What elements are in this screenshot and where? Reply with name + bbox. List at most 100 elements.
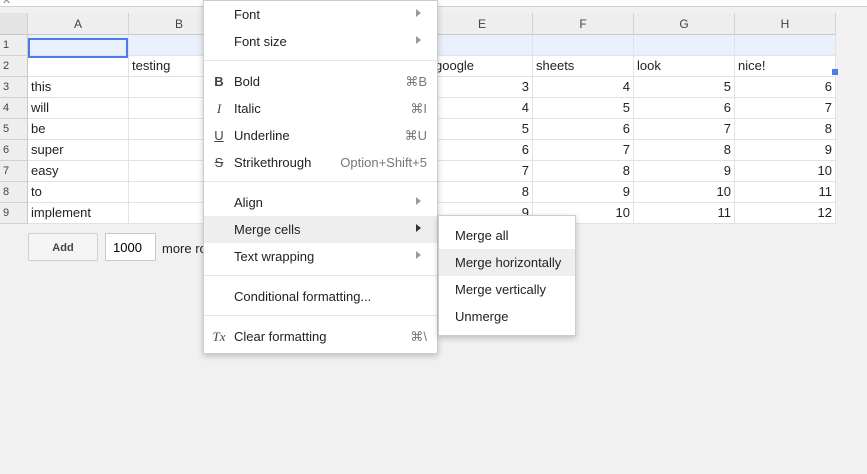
cell[interactable] [735,35,836,56]
menu-item-label: Align [234,195,263,210]
row-header[interactable]: 2 [0,56,28,77]
row-header[interactable]: 6 [0,140,28,161]
cell[interactable]: 6 [634,98,735,119]
menu-item-underline[interactable]: U Underline ⌘U [204,122,437,149]
menu-item-clear-formatting[interactable]: Tx Clear formatting ⌘\ [204,323,437,350]
cell[interactable]: to [28,182,129,203]
cell[interactable]: 7 [432,161,533,182]
merge-cells-submenu: Merge all Merge horizontally Merge verti… [438,215,576,336]
row-header[interactable]: 5 [0,119,28,140]
cell[interactable]: 4 [533,77,634,98]
cell[interactable]: 7 [735,98,836,119]
cell[interactable]: 5 [432,119,533,140]
cell[interactable]: 9 [533,182,634,203]
cell[interactable]: easy [28,161,129,182]
menu-item-font-size[interactable]: Font size [204,28,437,55]
menu-item-label: Underline [234,128,290,143]
cell[interactable] [432,35,533,56]
cell[interactable]: 8 [634,140,735,161]
menu-item-bold[interactable]: B Bold ⌘B [204,68,437,95]
cell[interactable]: 8 [735,119,836,140]
cell[interactable] [28,56,129,77]
cell[interactable]: nice! [735,56,836,77]
cell[interactable]: sheets [533,56,634,77]
menu-separator [204,60,437,61]
submenu-item-merge-horizontally[interactable]: Merge horizontally [439,249,575,276]
cell[interactable]: 12 [735,203,836,224]
cell[interactable]: 7 [634,119,735,140]
column-header-a[interactable]: A [28,13,129,35]
cell[interactable]: 6 [735,77,836,98]
cell[interactable]: 7 [533,140,634,161]
menu-item-strikethrough[interactable]: S Strikethrough Option+Shift+5 [204,149,437,176]
cell[interactable]: 8 [533,161,634,182]
menu-item-label: Merge vertically [455,282,547,297]
cell[interactable]: this [28,77,129,98]
submenu-arrow-icon [416,224,421,232]
fill-handle[interactable] [832,69,838,75]
menu-item-label: Unmerge [455,309,509,324]
column-header-g[interactable]: G [634,13,735,35]
cell[interactable]: 11 [634,203,735,224]
menu-separator [204,181,437,182]
rows-count-input[interactable] [105,233,156,261]
active-cell-outline [28,38,128,58]
bold-icon: B [214,74,224,89]
cell[interactable]: google [432,56,533,77]
cell[interactable]: 11 [735,182,836,203]
close-icon[interactable]: ✕ [2,0,11,7]
cell[interactable]: 5 [634,77,735,98]
submenu-arrow-icon [416,197,421,205]
cell[interactable]: look [634,56,735,77]
add-rows-button[interactable]: Add [28,233,98,261]
cell[interactable]: 5 [533,98,634,119]
menu-item-label: Clear formatting [234,329,327,344]
cell[interactable]: super [28,140,129,161]
row-header[interactable]: 4 [0,98,28,119]
menu-item-italic[interactable]: I Italic ⌘I [204,95,437,122]
cell[interactable]: be [28,119,129,140]
menu-item-label: Merge horizontally [455,255,562,270]
menu-item-text-wrapping[interactable]: Text wrapping [204,243,437,270]
submenu-item-unmerge[interactable]: Unmerge [439,303,575,330]
cell[interactable]: 9 [634,161,735,182]
menu-separator [204,315,437,316]
cell[interactable]: 6 [432,140,533,161]
cell[interactable]: 3 [432,77,533,98]
menu-item-label: Conditional formatting... [234,289,372,304]
submenu-arrow-icon [416,36,421,44]
cell[interactable] [533,35,634,56]
submenu-arrow-icon [416,9,421,17]
row-header[interactable]: 1 [0,35,28,56]
cell[interactable]: 8 [432,182,533,203]
menu-item-label: Strikethrough [234,155,312,170]
cell[interactable]: 4 [432,98,533,119]
column-header-f[interactable]: F [533,13,634,35]
cell[interactable]: 6 [533,119,634,140]
cell[interactable] [634,35,735,56]
menu-item-font[interactable]: Font [204,1,437,28]
cell[interactable]: 10 [634,182,735,203]
cell[interactable]: 9 [735,140,836,161]
strikethrough-icon: S [214,155,224,170]
row-header[interactable]: 7 [0,161,28,182]
underline-icon: U [214,128,224,143]
cell[interactable]: 10 [735,161,836,182]
menu-item-label: Font size [234,34,287,49]
cell[interactable]: implement [28,203,129,224]
row-header[interactable]: 9 [0,203,28,224]
column-header-h[interactable]: H [735,13,836,35]
menu-item-align[interactable]: Align [204,189,437,216]
menu-item-label: Merge cells [234,222,301,237]
column-header-e[interactable]: E [432,13,533,35]
row-header[interactable]: 3 [0,77,28,98]
menu-item-merge-cells[interactable]: Merge cells [204,216,437,243]
menu-item-conditional-formatting[interactable]: Conditional formatting... [204,283,437,310]
cell[interactable]: will [28,98,129,119]
submenu-item-merge-all[interactable]: Merge all [439,222,575,249]
row-header[interactable]: 8 [0,182,28,203]
submenu-item-merge-vertically[interactable]: Merge vertically [439,276,575,303]
clear-formatting-icon: Tx [212,329,226,344]
select-all-corner[interactable] [0,13,28,35]
menu-item-label: Bold [234,74,261,89]
